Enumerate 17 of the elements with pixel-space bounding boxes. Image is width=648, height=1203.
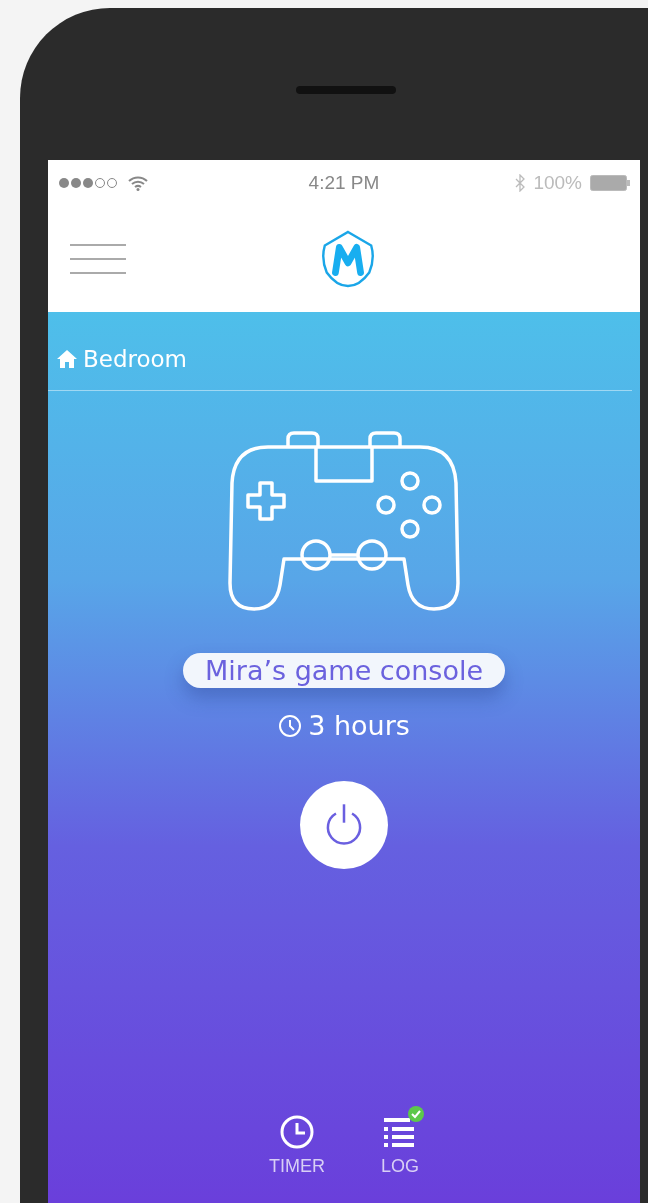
- status-time: 4:21 PM: [308, 172, 380, 194]
- home-icon: [57, 350, 77, 368]
- bluetooth-icon: [515, 174, 526, 192]
- logo-icon: [319, 230, 377, 288]
- room-label: Bedroom: [83, 346, 188, 372]
- clock-icon: [278, 713, 303, 738]
- gamepad-icon: [228, 431, 460, 613]
- log-tab[interactable]: LOG: [371, 1104, 429, 1177]
- timer-duration: 3 hours: [308, 710, 410, 741]
- device-name: Mira’s game console: [183, 653, 505, 688]
- battery-icon: [590, 175, 630, 191]
- battery-percent: 100%: [533, 172, 582, 194]
- clock-icon: [279, 1114, 315, 1150]
- timer-tab[interactable]: TIMER: [259, 1104, 335, 1177]
- signal-icon: [58, 177, 120, 189]
- earpiece-icon: [296, 86, 396, 94]
- wifi-icon: [128, 175, 148, 191]
